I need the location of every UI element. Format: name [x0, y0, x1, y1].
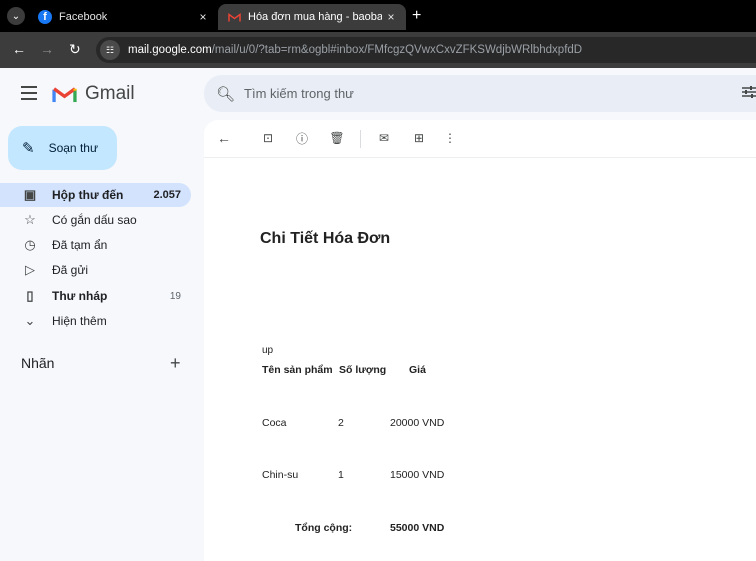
- unread-count: 2.057: [153, 189, 181, 201]
- labels-heading: Nhãn: [21, 355, 55, 371]
- message-toolbar: ← ⊡ ⓘ 🗑︎ ✉ ⊞ ⋮: [204, 120, 756, 158]
- total-value: 55000 VND: [390, 522, 445, 534]
- pencil-icon: ✎: [22, 140, 35, 157]
- gmail-favicon-icon: [228, 13, 241, 22]
- back-to-inbox-icon[interactable]: ←: [216, 130, 232, 146]
- table-header: Tên sản phẩm: [262, 364, 333, 376]
- forward-icon[interactable]: →: [40, 41, 54, 57]
- total-label: Tổng cộng:: [295, 522, 353, 534]
- draft-count: 19: [169, 290, 181, 302]
- table-header: Số lượng: [339, 364, 387, 376]
- search-placeholder: Tìm kiếm trong thư: [244, 86, 354, 101]
- tab-gmail[interactable]: Hóa đơn mua hàng - baobap2( ×: [218, 4, 406, 30]
- new-tab-button[interactable]: +: [412, 7, 421, 25]
- tab-title: Facebook: [59, 11, 108, 23]
- search-icon[interactable]: 🔍︎: [216, 85, 235, 103]
- gmail-wordmark: Gmail: [85, 83, 135, 104]
- table-cell: 2: [338, 417, 344, 429]
- sidebar-item-label: Thư nháp: [52, 289, 108, 303]
- table-header: Giá: [409, 364, 426, 376]
- url-path: /mail/u/0/?tab=rm&ogbl#inbox/FMfcgzQVwxC…: [211, 44, 583, 56]
- table-cell: 1: [338, 469, 344, 481]
- sidebar-item-label: Đã gửi: [52, 263, 89, 277]
- toolbar-divider: [360, 130, 361, 148]
- invoice-title: Chi Tiết Hóa Đơn: [260, 230, 391, 247]
- table-cell: 20000 VND: [390, 417, 445, 429]
- sidebar-item-label: Hiện thêm: [52, 314, 107, 328]
- close-tab-icon[interactable]: ×: [194, 10, 212, 24]
- sidebar-item-label: Hộp thư đến: [52, 188, 124, 202]
- sidebar-item-snoozed[interactable]: ◷ Đã tạm ẩn: [0, 233, 191, 257]
- gmail-logo-icon[interactable]: [52, 84, 77, 103]
- tab-search-button[interactable]: ⌄: [7, 7, 25, 25]
- url-field[interactable]: ☷ mail.google.com /mail/u/0/?tab=rm&ogbl…: [96, 37, 756, 63]
- inbox-icon: ▣: [23, 187, 37, 202]
- table-cell: Chin-su: [262, 469, 299, 481]
- tab-facebook[interactable]: f Facebook ×: [30, 4, 218, 30]
- sidebar-item-drafts[interactable]: ▯ Thư nháp 19: [0, 284, 191, 308]
- clock-icon: ◷: [24, 237, 36, 252]
- report-spam-icon[interactable]: ⓘ: [294, 130, 310, 146]
- main-menu-icon[interactable]: [21, 86, 37, 100]
- sidebar-item-inbox[interactable]: ▣ Hộp thư đến 2.057: [0, 183, 191, 207]
- chevron-down-icon: ⌄: [24, 313, 36, 328]
- address-bar-row: ← → ↻ ☷ mail.google.com /mail/u/0/?tab=r…: [0, 32, 756, 68]
- sidebar-item-label: Có gắn dấu sao: [52, 213, 137, 227]
- more-options-icon[interactable]: ⋮: [442, 130, 458, 146]
- invoice-note: up: [262, 345, 274, 356]
- mark-unread-icon[interactable]: ✉: [376, 130, 392, 146]
- browser-tab-bar: ⌄ f Facebook × Hóa đơn mua hàng - baobap…: [0, 0, 756, 32]
- create-label-button[interactable]: +: [170, 353, 181, 374]
- table-cell: Coca: [262, 417, 287, 429]
- site-info-icon[interactable]: ☷: [100, 40, 120, 60]
- close-tab-icon[interactable]: ×: [382, 10, 400, 24]
- delete-icon[interactable]: 🗑︎: [329, 130, 345, 146]
- url-host: mail.google.com: [128, 44, 212, 56]
- table-cell: 15000 VND: [390, 469, 445, 481]
- send-icon: ▷: [25, 262, 35, 277]
- message-pane: ← ⊡ ⓘ 🗑︎ ✉ ⊞ ⋮ Chi Tiết Hóa Đơn up Tên s…: [204, 120, 756, 561]
- search-input[interactable]: 🔍︎ Tìm kiếm trong thư: [204, 75, 756, 112]
- search-options-icon[interactable]: [742, 85, 756, 99]
- draft-icon: ▯: [26, 288, 34, 303]
- sidebar-item-starred[interactable]: ☆ Có gắn dấu sao: [0, 208, 191, 232]
- sidebar-item-more[interactable]: ⌄ Hiện thêm: [0, 309, 191, 333]
- tab-title: Hóa đơn mua hàng - baobap2(: [248, 11, 382, 23]
- compose-label: Soạn thư: [48, 141, 98, 155]
- reload-icon[interactable]: ↻: [69, 41, 81, 58]
- back-icon[interactable]: ←: [12, 41, 26, 57]
- sidebar-item-sent[interactable]: ▷ Đã gửi: [0, 258, 191, 282]
- facebook-icon: f: [38, 10, 52, 24]
- move-to-icon[interactable]: ⊞: [411, 130, 427, 146]
- compose-button[interactable]: ✎ Soạn thư: [8, 126, 117, 170]
- star-icon: ☆: [24, 212, 36, 227]
- sidebar-item-label: Đã tạm ẩn: [52, 238, 108, 252]
- archive-icon[interactable]: ⊡: [260, 130, 276, 146]
